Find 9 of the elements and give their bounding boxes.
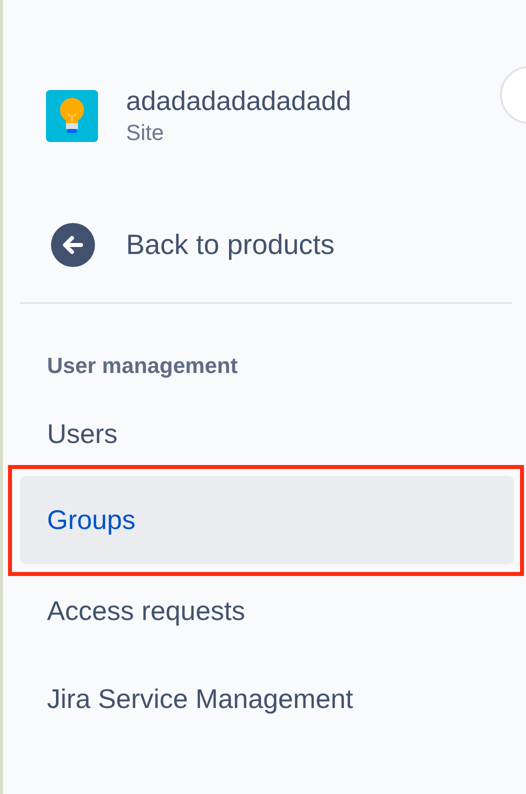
nav-item[interactable]: Jira Service Management [20, 655, 512, 743]
lightbulb-logo-icon [46, 90, 98, 142]
nav-item[interactable]: Groups [20, 476, 514, 564]
nav-item[interactable]: Users [20, 390, 512, 478]
nav-item[interactable]: Access requests [20, 567, 512, 655]
section-title: User management [46, 352, 239, 380]
site-type: Site [126, 119, 165, 147]
back-to-products-link[interactable]: Back to products [20, 222, 512, 268]
site-name: adadadadadadadd [126, 85, 352, 118]
